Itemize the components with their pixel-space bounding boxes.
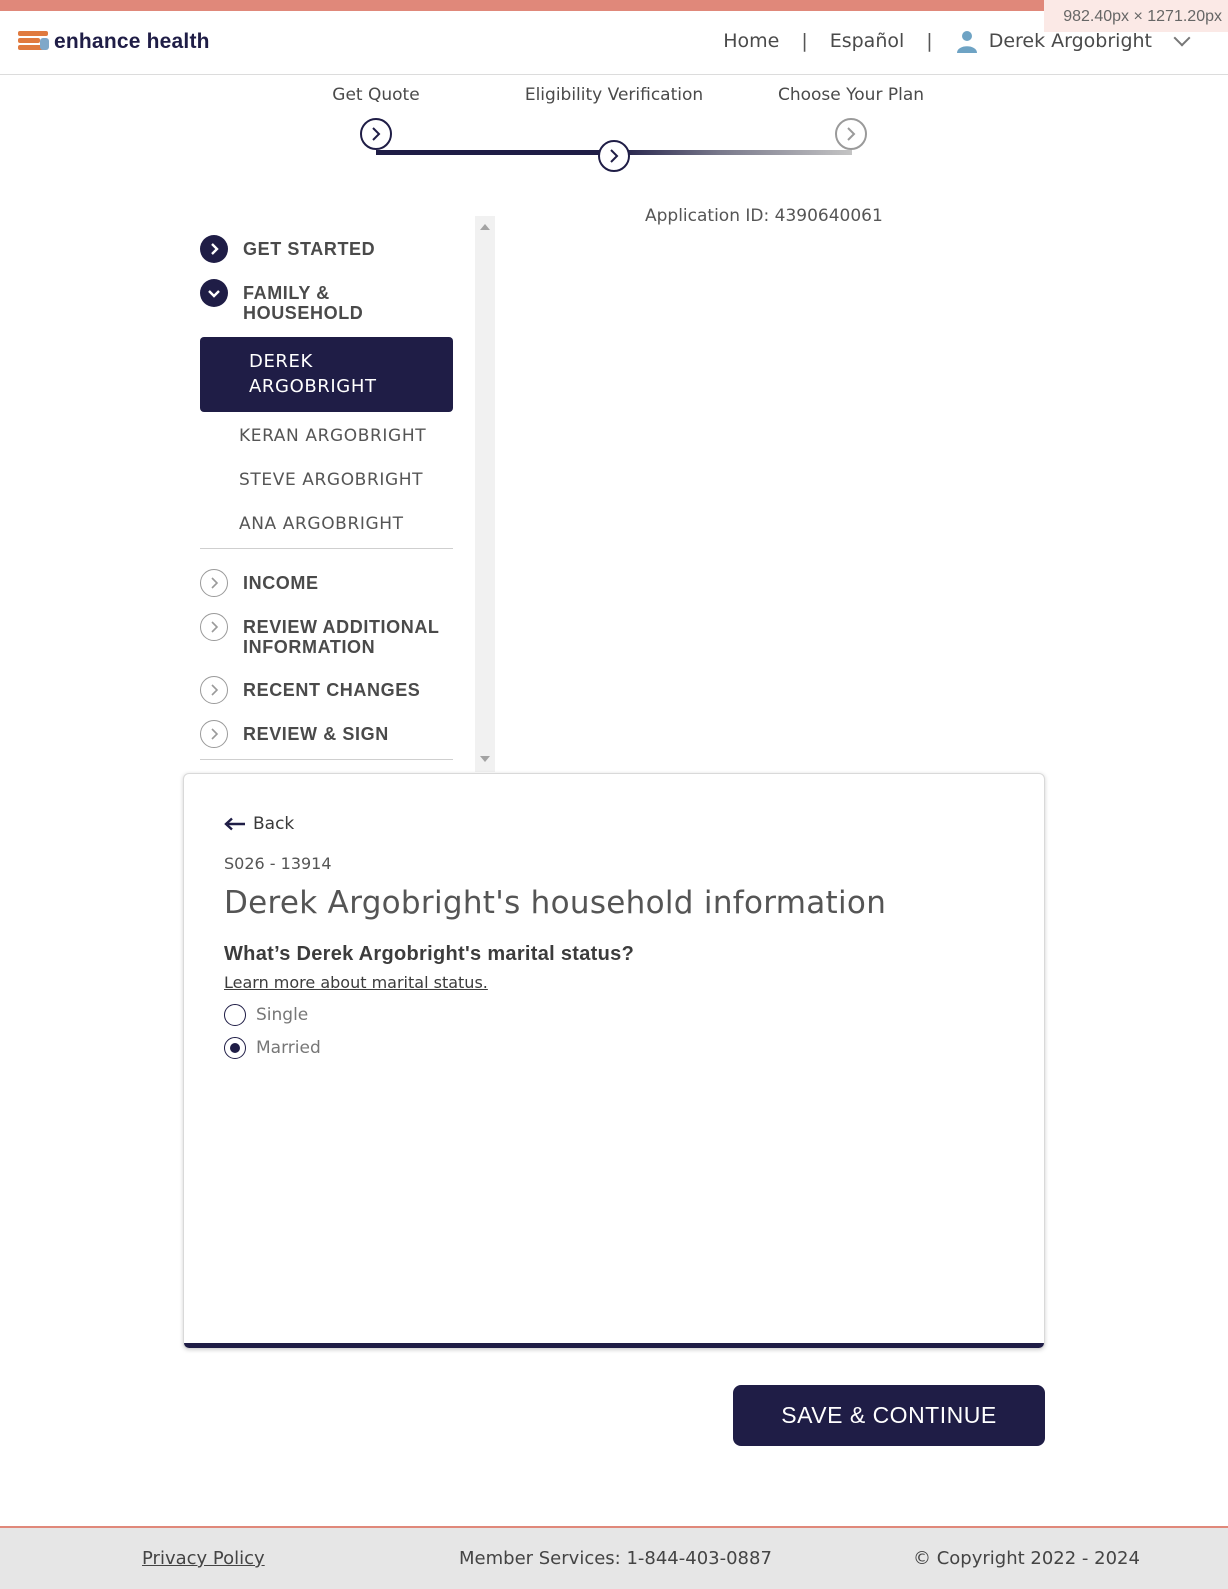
sidebar-divider — [200, 759, 453, 760]
member-name: DEREK ARGOBRIGHT — [249, 351, 377, 397]
sidebar-section-review-sign[interactable]: REVIEW & SIGN — [200, 720, 458, 748]
site-header: enhance health Home | Español | Derek Ar… — [0, 11, 1228, 75]
user-menu[interactable]: Derek Argobright — [955, 29, 1191, 53]
radio-button[interactable] — [224, 1004, 246, 1026]
save-continue-button[interactable]: SAVE & CONTINUE — [733, 1385, 1045, 1446]
household-form-card: Back S026 - 13914 Derek Argobright's hou… — [183, 773, 1045, 1349]
back-label: Back — [253, 814, 295, 834]
back-link[interactable]: Back — [224, 814, 294, 834]
chevron-right-icon — [372, 127, 381, 141]
page-title: Derek Argobright's household information — [224, 885, 887, 921]
sidebar-section-label: REVIEW ADDITIONAL INFORMATION — [243, 617, 440, 657]
sidebar-section-recent-changes[interactable]: RECENT CHANGES — [200, 676, 458, 704]
sidebar-section-family-household[interactable]: FAMILY & HOUSEHOLD — [200, 279, 383, 323]
sidebar-member[interactable]: KERAN ARGOBRIGHT — [239, 426, 426, 446]
brand-logo[interactable]: enhance health — [18, 29, 210, 55]
chevron-right-icon — [847, 127, 856, 141]
sidebar-member-active[interactable]: DEREK ARGOBRIGHT — [200, 337, 453, 412]
marital-status-question: What’s Derek Argobright's marital status… — [224, 943, 635, 965]
chevron-right-icon — [200, 676, 228, 704]
chevron-right-icon — [200, 235, 228, 263]
scroll-down-arrow-icon[interactable] — [480, 756, 490, 762]
nav-language-link[interactable]: Español — [830, 30, 905, 52]
sidebar-member[interactable]: STEVE ARGOBRIGHT — [239, 470, 423, 490]
chevron-right-icon — [200, 720, 228, 748]
step-choose-plan-button[interactable] — [835, 118, 867, 150]
sidebar-section-label: REVIEW & SIGN — [243, 724, 389, 744]
logo-mark-icon — [18, 29, 52, 55]
step-label-get-quote: Get Quote — [332, 85, 420, 105]
step-get-quote-button[interactable] — [360, 118, 392, 150]
brand-name: enhance health — [54, 30, 210, 53]
progress-stepper: Get Quote Eligibility Verification Choos… — [300, 84, 960, 194]
member-services-phone: Member Services: 1-844-403-0887 — [459, 1548, 772, 1569]
scroll-up-arrow-icon[interactable] — [480, 224, 490, 230]
card-bottom-accent — [184, 1343, 1044, 1348]
stepper-track-complete — [376, 150, 614, 155]
screen-code: S026 - 13914 — [224, 854, 332, 873]
top-nav: Home | Español | Derek Argobright — [723, 29, 1191, 53]
step-label-choose-plan: Choose Your Plan — [777, 85, 925, 105]
radio-label: Single — [256, 1005, 309, 1025]
nav-home-link[interactable]: Home — [723, 30, 779, 52]
radio-button[interactable] — [224, 1037, 246, 1059]
privacy-policy-link[interactable]: Privacy Policy — [142, 1548, 265, 1569]
sidebar-section-label: GET STARTED — [243, 239, 376, 259]
site-footer: Privacy Policy Member Services: 1-844-40… — [0, 1526, 1228, 1589]
sidebar-section-get-started[interactable]: GET STARTED — [200, 235, 458, 263]
nav-separator: | — [801, 30, 808, 52]
sidebar-section-label: RECENT CHANGES — [243, 680, 421, 700]
chevron-right-icon — [200, 569, 228, 597]
sidebar-divider — [200, 548, 453, 549]
step-label-eligibility: Eligibility Verification — [524, 85, 704, 105]
chevron-down-icon[interactable] — [1173, 29, 1191, 47]
user-name: Derek Argobright — [988, 30, 1152, 52]
application-sidebar: GET STARTED FAMILY & HOUSEHOLD DEREK ARG… — [200, 218, 460, 768]
sidebar-scrollbar[interactable] — [475, 216, 495, 772]
step-eligibility-button[interactable] — [598, 140, 630, 172]
user-icon — [956, 31, 977, 53]
nav-separator: | — [926, 30, 933, 52]
arrow-left-icon — [224, 817, 245, 831]
application-id: Application ID: 4390640061 — [645, 206, 883, 226]
copyright-text: © Copyright 2022 - 2024 — [913, 1548, 1140, 1569]
sidebar-section-review-additional[interactable]: REVIEW ADDITIONAL INFORMATION — [200, 613, 458, 657]
radio-married[interactable]: Married — [224, 1037, 321, 1059]
sidebar-section-label: FAMILY & HOUSEHOLD — [243, 283, 364, 323]
chevron-right-icon — [610, 149, 619, 163]
stepper-track-remaining — [614, 150, 852, 155]
sidebar-section-income[interactable]: INCOME — [200, 569, 458, 597]
sidebar-member[interactable]: ANA ARGOBRIGHT — [239, 514, 404, 534]
sidebar-section-label: INCOME — [243, 573, 319, 593]
radio-label: Married — [256, 1038, 321, 1058]
radio-single[interactable]: Single — [224, 1004, 308, 1026]
chevron-right-icon — [200, 613, 228, 641]
chevron-down-icon — [200, 279, 228, 307]
learn-more-link[interactable]: Learn more about marital status. — [224, 973, 488, 992]
